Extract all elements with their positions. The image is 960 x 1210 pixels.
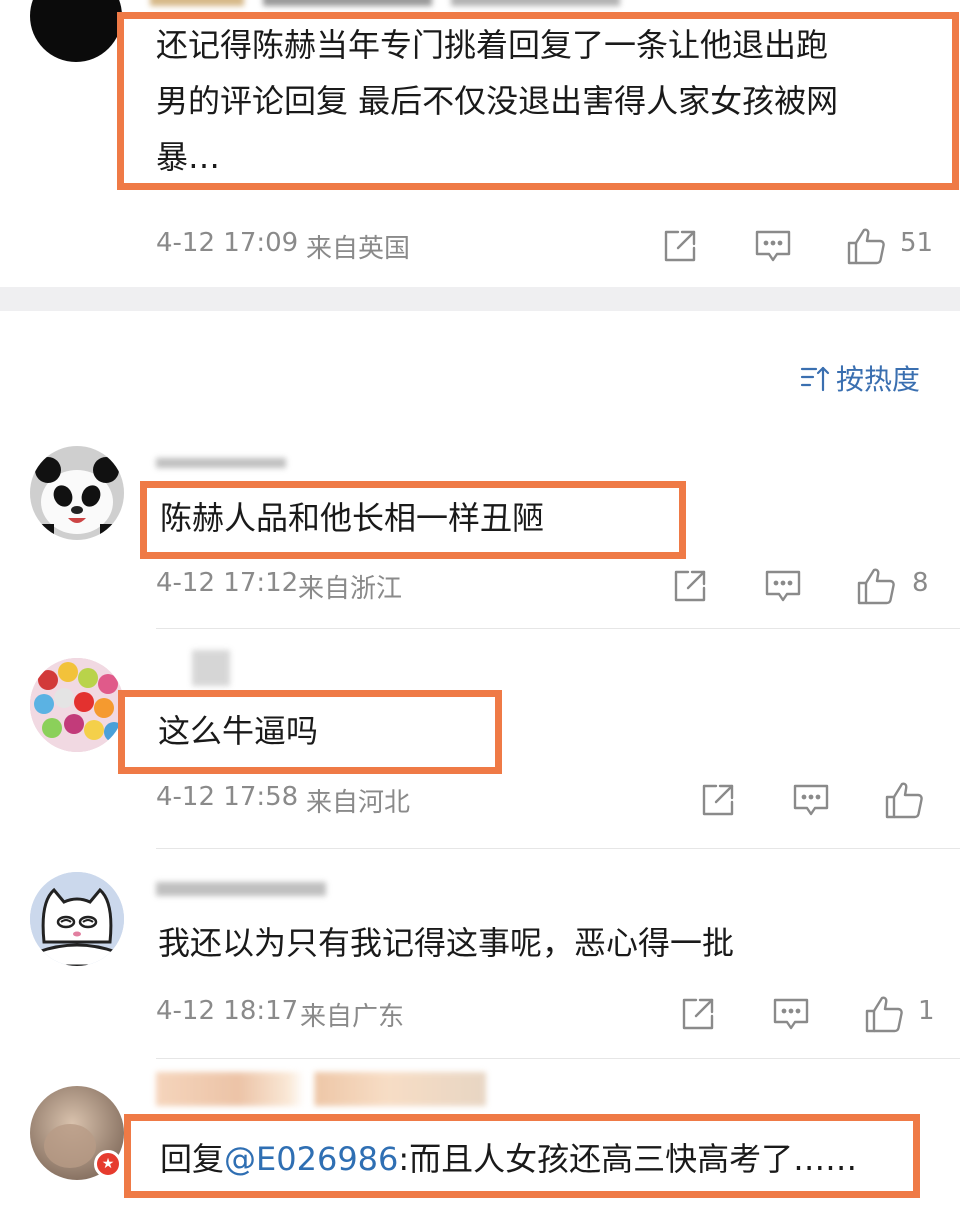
- share-icon[interactable]: [672, 568, 708, 604]
- username-obscured: [150, 0, 620, 6]
- thumbs-up-icon[interactable]: [864, 994, 904, 1034]
- avatar[interactable]: [30, 0, 122, 62]
- like-count: 51: [900, 228, 934, 258]
- comment-icon[interactable]: [754, 228, 792, 264]
- comment-icon[interactable]: [792, 782, 830, 818]
- share-icon[interactable]: [680, 996, 716, 1032]
- comment-time: 4-12 17:12: [156, 568, 299, 598]
- highlight-box: [140, 481, 686, 559]
- like-count: 1: [918, 996, 935, 1026]
- comment-location: 来自浙江: [298, 574, 403, 604]
- balloons-avatar[interactable]: [30, 658, 124, 752]
- comment-location: 来自广东: [300, 1002, 405, 1032]
- like-count: 8: [912, 568, 929, 598]
- comment-time: 4-12 18:17: [156, 996, 299, 1026]
- share-icon[interactable]: [700, 782, 736, 818]
- username-obscured: [156, 882, 326, 896]
- highlight-box: [118, 690, 502, 774]
- share-icon[interactable]: [662, 228, 698, 264]
- thumbs-up-icon[interactable]: [846, 226, 886, 266]
- comment-divider: [156, 628, 960, 629]
- thumbs-up-icon[interactable]: [856, 566, 896, 606]
- highlight-box: [117, 12, 959, 190]
- comment-divider: [156, 1058, 960, 1059]
- comment-time: 4-12 17:09: [156, 228, 299, 258]
- panda-avatar[interactable]: [30, 446, 124, 540]
- comment-location: 来自英国: [306, 234, 411, 264]
- comment-text: 我还以为只有我记得这事呢，恶心得一批: [158, 924, 735, 962]
- sort-label[interactable]: 按热度: [836, 358, 920, 398]
- verified-badge-icon: ★: [94, 1150, 122, 1178]
- cat-avatar[interactable]: [30, 872, 124, 966]
- sort-icon[interactable]: [800, 364, 832, 392]
- highlight-box: [124, 1114, 920, 1198]
- thumbs-up-icon[interactable]: [884, 780, 924, 820]
- comment-divider: [156, 848, 960, 849]
- comment-icon[interactable]: [772, 996, 810, 1032]
- comment-icon[interactable]: [764, 568, 802, 604]
- username-obscured: [156, 1072, 486, 1106]
- username-obscured: [156, 458, 286, 468]
- comment-time: 4-12 17:58: [156, 782, 299, 812]
- username-obscured: [192, 650, 230, 686]
- section-separator: [0, 287, 960, 311]
- comment-location: 来自河北: [306, 788, 411, 818]
